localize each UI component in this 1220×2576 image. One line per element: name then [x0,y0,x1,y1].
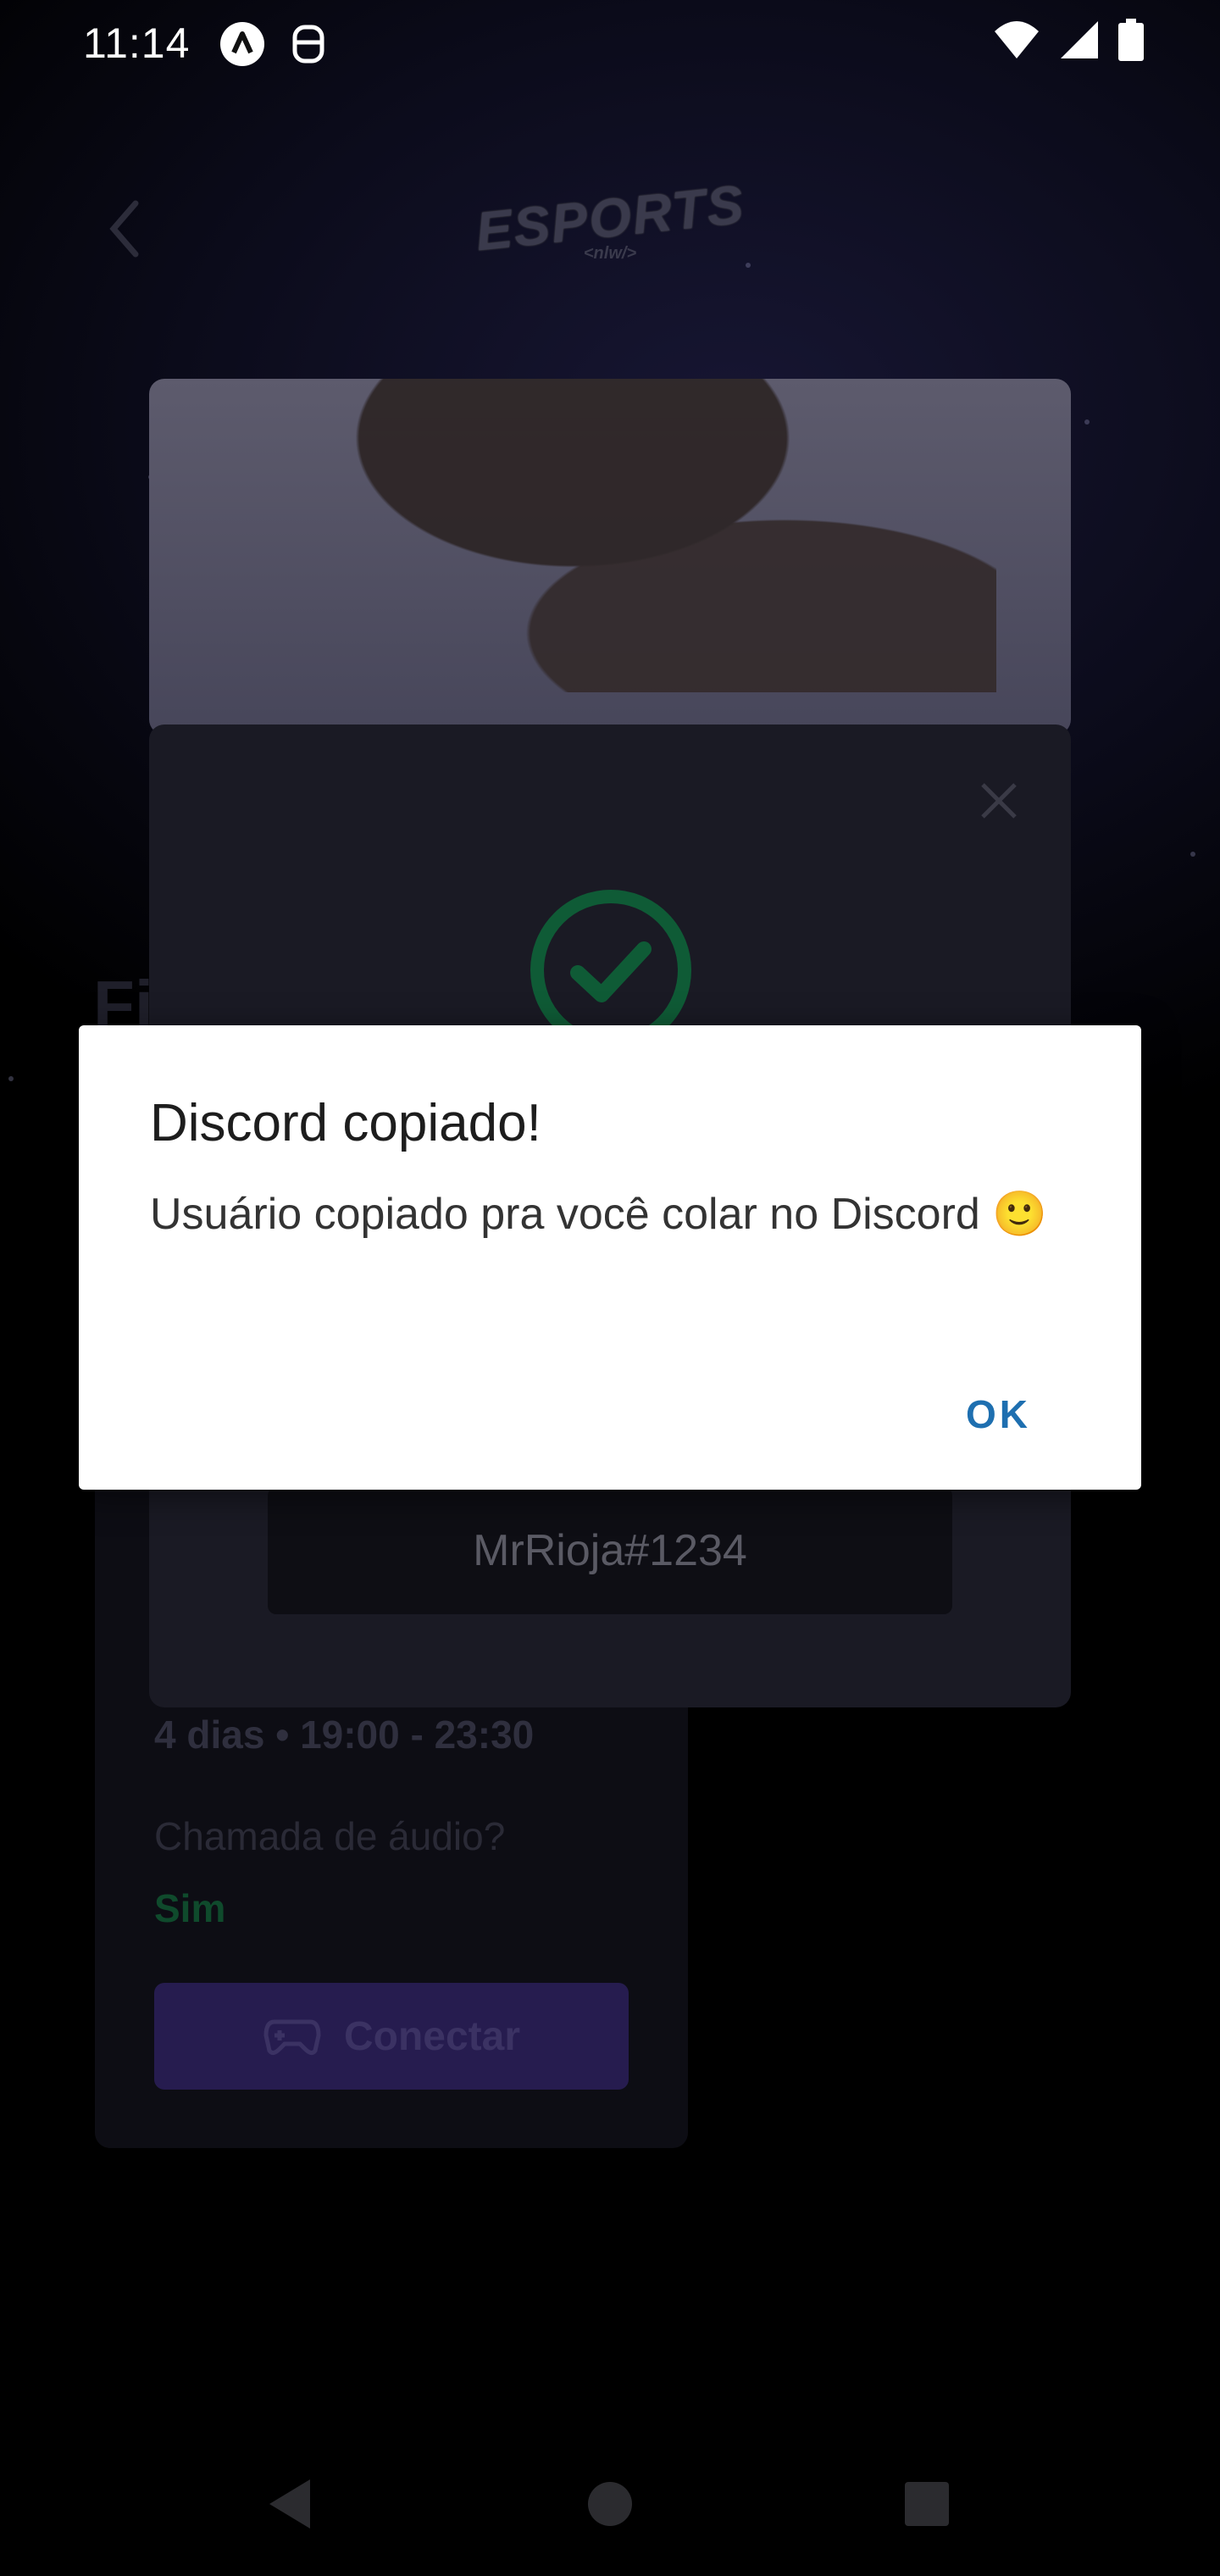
ad-audio-label: Chamada de áudio? [154,1814,506,1858]
wifi-icon [995,21,1039,58]
status-bar: 11:14 [0,0,1220,85]
battery-icon [1118,19,1144,61]
game-banner-image [149,379,1071,735]
back-chevron-icon[interactable] [102,195,152,263]
esports-logo: ESPORTS <nlw/> [473,161,747,288]
app-a-icon [220,22,264,66]
dialog-message: Usuário copiado pra você colar no Discor… [150,1190,1048,1239]
dialog-title: Discord copiado! [150,1094,541,1152]
discord-user: MrRioja#1234 [473,1526,747,1575]
connect-button-label: Conectar [343,2013,521,2059]
connect-button[interactable]: Conectar [154,1983,629,2090]
star [1084,419,1090,425]
secure-icon [292,25,324,64]
star [8,1076,14,1081]
close-icon[interactable] [978,780,1020,822]
status-time: 11:14 [83,19,191,67]
nav-home-icon[interactable] [585,2474,635,2534]
navigation-bar [0,2440,1220,2576]
star [1190,852,1195,857]
ok-button[interactable]: OK [949,1381,1048,1447]
star [746,263,751,268]
signal-icon [1061,21,1098,58]
copied-alert-dialog: Discord copiado! Usuário copiado pra voc… [79,1025,1141,1490]
nav-back-icon[interactable] [264,2474,315,2534]
discord-user-box[interactable]: MrRioja#1234 [268,1487,952,1614]
banner-figure [319,379,996,692]
ad-schedule: 4 dias • 19:00 - 23:30 [154,1713,535,1757]
ad-audio-value: Sim [154,1886,226,1930]
gamepad-icon [263,2019,321,2056]
nav-recents-icon[interactable] [903,2474,951,2534]
